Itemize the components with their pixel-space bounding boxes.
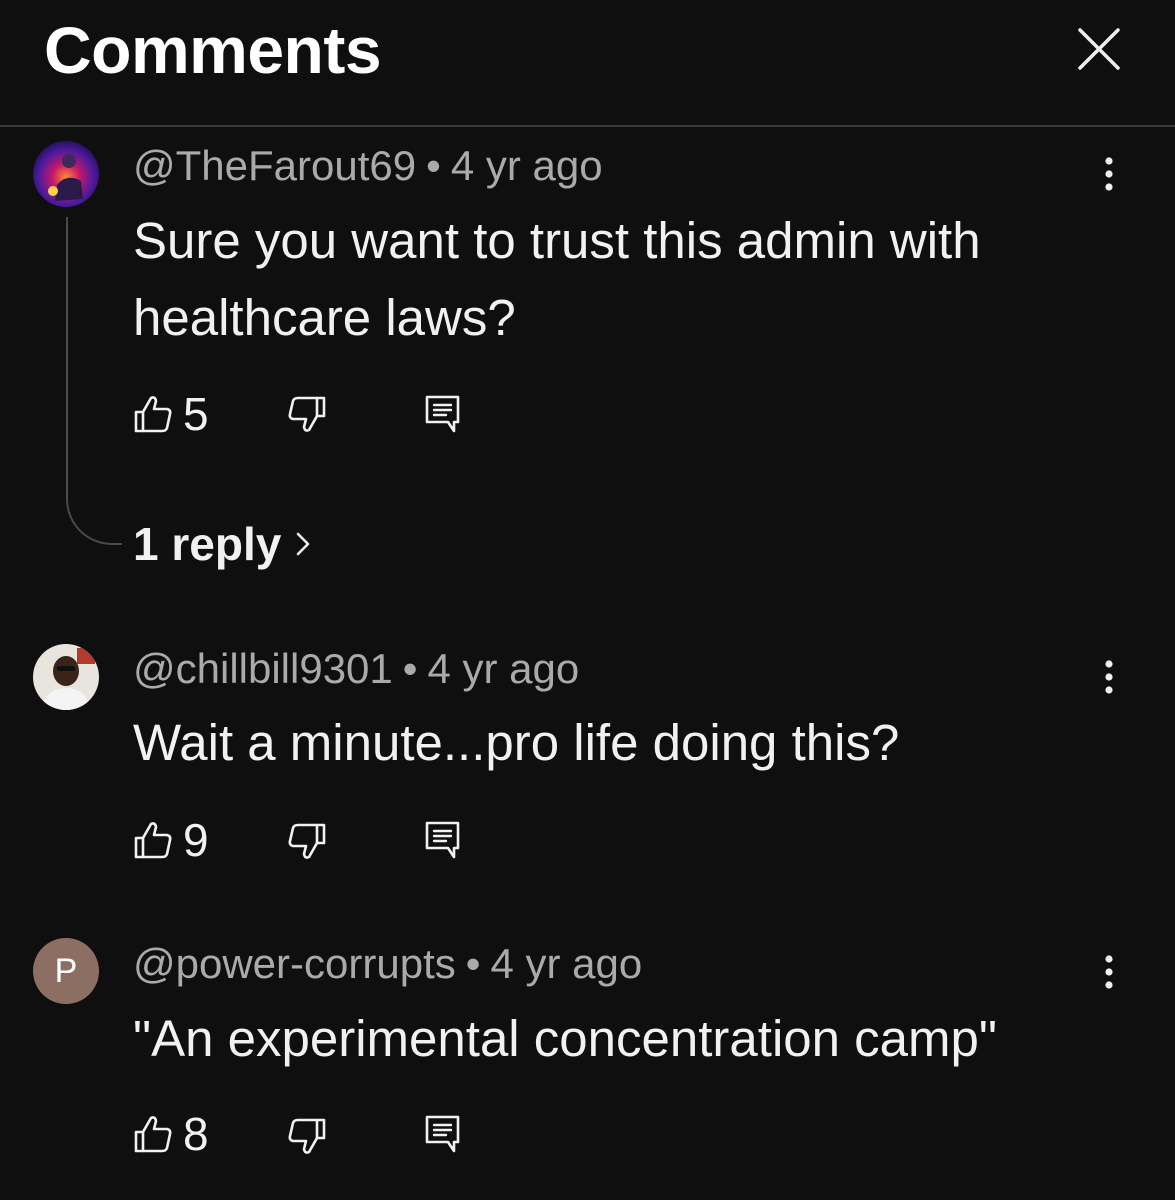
comment-time[interactable]: 4 yr ago <box>451 142 603 189</box>
dislike-button[interactable] <box>286 394 328 436</box>
comment-text: Wait a minute...pro life doing this? <box>133 714 900 771</box>
reply-button[interactable] <box>424 394 462 434</box>
replies-count-label: 1 reply <box>133 518 282 570</box>
thumbs-down-icon <box>288 1118 326 1154</box>
like-button[interactable]: 9 <box>133 814 209 866</box>
comment-author[interactable]: @TheFarout69 <box>133 142 416 189</box>
reply-thread-line <box>66 217 122 545</box>
comment-time[interactable]: 4 yr ago <box>490 940 642 987</box>
thumbs-down-icon <box>288 396 326 432</box>
reply-icon <box>425 821 460 859</box>
avatar-image <box>33 141 99 207</box>
comment-text: "An experimental concentration camp" <box>133 1010 997 1067</box>
more-vert-icon <box>1105 955 1113 989</box>
thumbs-down-icon <box>288 823 326 859</box>
avatar-image <box>33 644 99 710</box>
comment-text: Sure you want to trust this admin with h… <box>133 212 981 346</box>
like-button[interactable]: 5 <box>133 388 209 440</box>
thumbs-up-icon <box>134 1116 172 1153</box>
comments-header: Comments <box>0 0 1175 127</box>
comment-meta: @TheFarout69 • 4 yr ago <box>133 142 603 190</box>
more-vert-icon <box>1105 660 1113 694</box>
comment-menu-button[interactable] <box>1090 152 1128 200</box>
meta-separator: • <box>465 940 481 987</box>
comment-meta: @chillbill9301 • 4 yr ago <box>133 645 579 693</box>
dislike-button[interactable] <box>286 1116 328 1158</box>
reply-button[interactable] <box>424 820 462 860</box>
meta-separator: • <box>426 142 441 189</box>
like-count: 8 <box>183 1108 209 1160</box>
reply-icon <box>425 395 460 433</box>
comment-meta: @power-corrupts • 4 yr ago <box>133 940 642 988</box>
comment-menu-button[interactable] <box>1090 655 1128 703</box>
avatar[interactable]: P <box>33 938 99 1004</box>
comments-panel: Comments @TheFarout69 • 4 yr ago Sure yo… <box>0 0 1175 1200</box>
comment-author[interactable]: @power-corrupts <box>133 940 456 987</box>
comment-menu-button[interactable] <box>1090 950 1128 998</box>
like-count: 5 <box>183 388 209 440</box>
close-icon <box>1078 28 1120 70</box>
thumbs-up-icon <box>134 396 172 433</box>
reply-button[interactable] <box>424 1114 462 1154</box>
view-replies-button[interactable]: 1 reply <box>133 517 311 571</box>
comment-author[interactable]: @chillbill9301 <box>133 645 393 692</box>
avatar[interactable] <box>33 644 99 710</box>
meta-separator: • <box>402 645 418 692</box>
chevron-right-icon <box>297 532 310 556</box>
like-count: 9 <box>183 814 209 866</box>
dislike-button[interactable] <box>286 821 328 863</box>
comment-time[interactable]: 4 yr ago <box>428 645 580 692</box>
more-vert-icon <box>1105 157 1113 191</box>
avatar[interactable] <box>33 141 99 207</box>
like-button[interactable]: 8 <box>133 1108 209 1160</box>
thumbs-up-icon <box>134 822 172 859</box>
reply-icon <box>425 1115 460 1153</box>
panel-title: Comments <box>44 13 382 87</box>
close-button[interactable] <box>1072 22 1126 76</box>
